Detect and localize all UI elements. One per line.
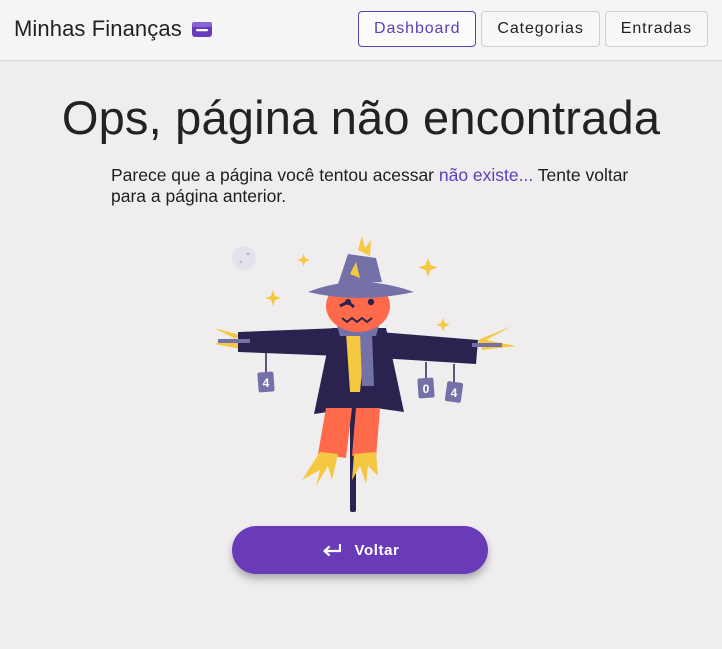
scarecrow-404-illustration: 4 0 4 bbox=[190, 232, 530, 517]
moon-decoration bbox=[232, 246, 256, 270]
main-nav: Dashboard Categorias Entradas bbox=[353, 11, 708, 47]
brand[interactable]: Minhas Finanças bbox=[14, 16, 213, 42]
top-app-bar: Minhas Finanças Dashboard Categorias Ent… bbox=[0, 0, 722, 61]
app-title: Minhas Finanças bbox=[14, 16, 182, 41]
back-button[interactable]: Voltar bbox=[232, 526, 488, 574]
nav-categorias-button[interactable]: Categorias bbox=[481, 11, 600, 47]
nav-entradas-button[interactable]: Entradas bbox=[604, 11, 708, 47]
tag-1: 4 bbox=[263, 376, 270, 390]
error-message: Parece que a página você tentou acessar … bbox=[111, 165, 631, 207]
wallet-icon bbox=[191, 20, 213, 38]
arrow-back-icon bbox=[321, 543, 341, 557]
tag-3: 4 bbox=[451, 386, 458, 400]
back-button-label: Voltar bbox=[354, 541, 400, 559]
message-text-before: Parece que a página você tentou acessar bbox=[111, 165, 439, 185]
tag-2: 0 bbox=[423, 382, 430, 396]
nav-dashboard-button[interactable]: Dashboard bbox=[358, 11, 477, 47]
page-title: Ops, página não encontrada bbox=[61, 91, 661, 144]
not-exist-link[interactable]: não existe... bbox=[439, 165, 533, 185]
